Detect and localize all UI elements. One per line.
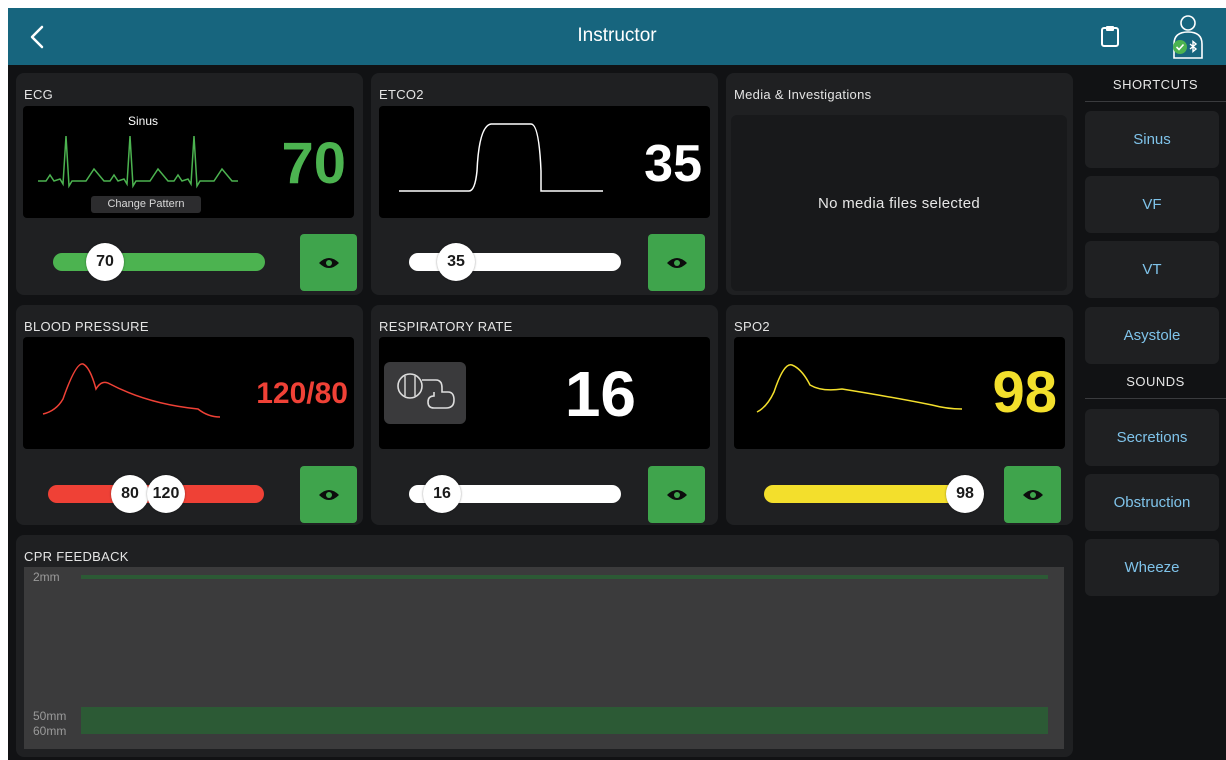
sounds-divider [1085, 398, 1226, 399]
instructor-app: Instructor ECG Sinus 70 Change Pattern 7… [8, 8, 1226, 760]
shortcut-sinus-button[interactable]: Sinus [1085, 111, 1219, 168]
bp-waveform [42, 363, 221, 418]
spo2-waveform [756, 364, 963, 413]
cpr-graph: 2mm 50mm 60mm [24, 567, 1064, 749]
etco2-slider-knob[interactable]: 35 [437, 243, 475, 281]
bp-label: BLOOD PRESSURE [24, 319, 149, 334]
spo2-screen: 98 [734, 337, 1065, 449]
sounds-title: SOUNDS [1126, 374, 1185, 389]
bluetooth-user-icon[interactable] [1168, 14, 1204, 60]
resp-label: RESPIRATORY RATE [379, 319, 513, 334]
sound-obstruction-button[interactable]: Obstruction [1085, 474, 1219, 531]
ecg-waveform [38, 135, 238, 189]
shortcut-vf-button[interactable]: VF [1085, 176, 1219, 233]
spo2-slider-knob[interactable]: 98 [946, 475, 984, 513]
bp-visibility-button[interactable] [300, 466, 357, 523]
etco2-label: ETCO2 [379, 87, 424, 102]
page-title: Instructor [577, 25, 657, 46]
lungs-icon-box[interactable] [384, 362, 466, 424]
resp-panel: RESPIRATORY RATE 16 16 [371, 305, 718, 525]
bp-panel: BLOOD PRESSURE 120/80 80 120 [16, 305, 363, 525]
media-panel: Media & Investigations No media files se… [726, 73, 1073, 295]
ecg-screen: Sinus 70 Change Pattern [23, 106, 354, 218]
resp-screen: 16 [379, 337, 710, 449]
resp-slider-knob[interactable]: 16 [423, 475, 461, 513]
breathing-icon [397, 373, 455, 409]
ecg-slider-knob[interactable]: 70 [86, 243, 124, 281]
bp-screen: 120/80 [23, 337, 354, 449]
media-empty-text: No media files selected [818, 194, 980, 212]
cpr-top-zone [81, 575, 1048, 579]
ecg-visibility-button[interactable] [300, 234, 357, 291]
eye-icon [1022, 489, 1043, 500]
etco2-screen: 35 [379, 106, 710, 218]
shortcut-vt-button[interactable]: VT [1085, 241, 1219, 298]
bp-high-knob[interactable]: 120 [147, 475, 185, 513]
bp-low-knob[interactable]: 80 [111, 475, 149, 513]
ecg-panel: ECG Sinus 70 Change Pattern 70 [16, 73, 363, 295]
sound-wheeze-button[interactable]: Wheeze [1085, 539, 1219, 596]
spo2-visibility-button[interactable] [1004, 466, 1061, 523]
cpr-depth-mid-label: 50mm [33, 709, 67, 723]
ecg-rhythm-label: Sinus [128, 114, 159, 128]
spo2-slider-track[interactable] [764, 485, 974, 503]
etco2-visibility-button[interactable] [648, 234, 705, 291]
bp-value: 120/80 [256, 377, 348, 410]
etco2-waveform [399, 123, 603, 192]
resp-visibility-button[interactable] [648, 466, 705, 523]
eye-icon [318, 489, 339, 500]
clipboard-icon[interactable] [1100, 25, 1120, 47]
etco2-value: 35 [644, 135, 702, 193]
spo2-panel: SPO2 98 98 [726, 305, 1073, 525]
sound-secretions-button[interactable]: Secretions [1085, 409, 1219, 466]
cpr-depth-top-label: 2mm [33, 570, 60, 584]
resp-value: 16 [564, 358, 636, 430]
cpr-label: CPR FEEDBACK [24, 549, 129, 564]
eye-icon [666, 257, 687, 268]
change-pattern-button[interactable]: Change Pattern [91, 196, 201, 213]
spo2-value: 98 [992, 360, 1057, 425]
media-drop-area[interactable]: No media files selected [731, 115, 1067, 291]
top-bar: Instructor [8, 8, 1226, 65]
ecg-slider-track[interactable] [53, 253, 265, 271]
shortcuts-title: SHORTCUTS [1112, 77, 1199, 92]
cpr-panel: CPR FEEDBACK 2mm 50mm 60mm [16, 535, 1073, 757]
ecg-value: 70 [281, 131, 346, 196]
cpr-depth-bottom-label: 60mm [33, 724, 67, 738]
spo2-label: SPO2 [734, 319, 770, 334]
eye-icon [666, 489, 687, 500]
ecg-label: ECG [24, 87, 54, 102]
shortcut-asystole-button[interactable]: Asystole [1085, 307, 1219, 364]
etco2-panel: ETCO2 35 35 [371, 73, 718, 295]
media-label: Media & Investigations [734, 87, 872, 102]
shortcuts-divider [1085, 101, 1226, 102]
cpr-target-zone [81, 707, 1048, 734]
eye-icon [318, 257, 339, 268]
